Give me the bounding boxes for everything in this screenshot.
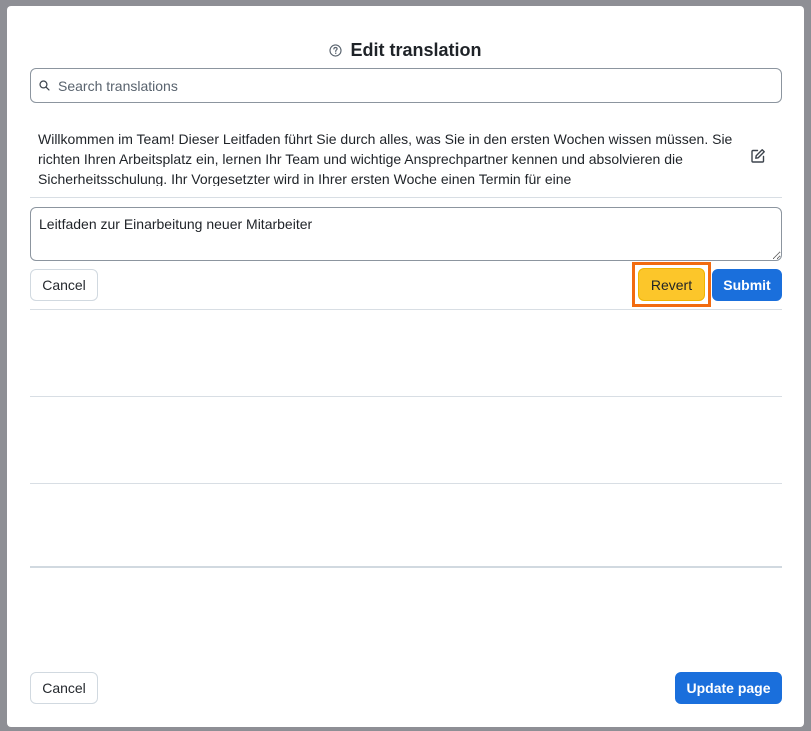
divider <box>30 396 782 397</box>
divider <box>30 197 782 198</box>
divider <box>30 309 782 310</box>
submit-button[interactable]: Submit <box>712 269 782 301</box>
search-field[interactable] <box>30 68 782 103</box>
pencil-square-icon[interactable] <box>750 148 766 164</box>
dialog-title: Edit translation <box>350 39 482 60</box>
update-page-button[interactable]: Update page <box>675 672 782 704</box>
help-circle-icon[interactable] <box>329 43 343 57</box>
search-icon <box>39 80 50 91</box>
divider <box>30 566 782 568</box>
source-text: Willkommen im Team! Dieser Leitfaden füh… <box>38 131 733 186</box>
search-input[interactable] <box>56 76 781 95</box>
revert-button[interactable]: Revert <box>638 268 705 301</box>
divider <box>30 483 782 484</box>
edit-translation-dialog: Edit translation Willkommen im Team! Die… <box>7 6 804 727</box>
dialog-header: Edit translation <box>7 36 804 64</box>
translation-textarea[interactable]: Leitfaden zur Einarbeitung neuer Mitarbe… <box>30 207 782 261</box>
footer-cancel-button[interactable]: Cancel <box>30 672 98 704</box>
editor-cancel-button[interactable]: Cancel <box>30 269 98 301</box>
